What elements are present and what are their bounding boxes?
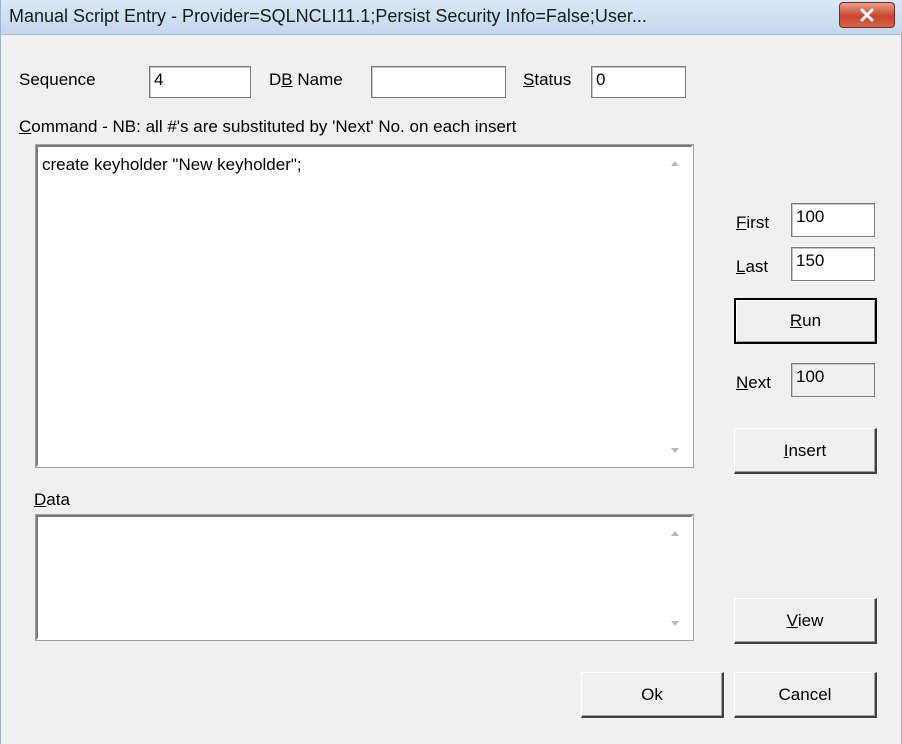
insert-button[interactable]: Insert (734, 428, 877, 474)
command-textarea[interactable]: create keyholder "New keyholder"; (36, 145, 693, 467)
first-label: First (736, 213, 770, 232)
ok-button[interactable]: Ok (581, 672, 724, 718)
data-label: Data (34, 490, 70, 509)
scroll-up-icon[interactable] (671, 531, 679, 536)
run-button[interactable]: Run (734, 298, 877, 344)
scroll-up-icon[interactable] (671, 161, 679, 166)
status-label: Status (523, 70, 572, 89)
last-input[interactable]: 150 (791, 247, 875, 281)
title-bar[interactable]: Manual Script Entry - Provider=SQLNCLI11… (1, 0, 902, 35)
close-icon (860, 8, 874, 22)
data-textarea[interactable] (36, 515, 693, 640)
status-input[interactable]: 0 (591, 66, 686, 98)
command-text: create keyholder "New keyholder"; (42, 155, 302, 174)
next-label: Next (736, 373, 771, 392)
close-button[interactable] (839, 2, 895, 28)
cancel-button[interactable]: Cancel (734, 672, 877, 718)
scroll-down-icon[interactable] (671, 621, 679, 626)
command-label: Command - NB: all #'s are substituted by… (19, 117, 517, 136)
manual-script-entry-window: Manual Script Entry - Provider=SQLNCLI11… (0, 0, 902, 744)
db-name-label: DB Name (269, 70, 343, 89)
next-input: 100 (791, 363, 875, 397)
scroll-down-icon[interactable] (671, 448, 679, 453)
first-input[interactable]: 100 (791, 203, 875, 237)
sequence-label: Sequence (19, 70, 96, 89)
last-label: Last (736, 257, 769, 276)
data-scrollbar[interactable] (661, 517, 691, 638)
command-scrollbar[interactable] (661, 147, 691, 465)
sequence-input[interactable]: 4 (149, 66, 251, 98)
window-title: Manual Script Entry - Provider=SQLNCLI11… (9, 6, 647, 26)
view-button[interactable]: View (734, 598, 877, 644)
db-name-input[interactable] (371, 66, 506, 98)
